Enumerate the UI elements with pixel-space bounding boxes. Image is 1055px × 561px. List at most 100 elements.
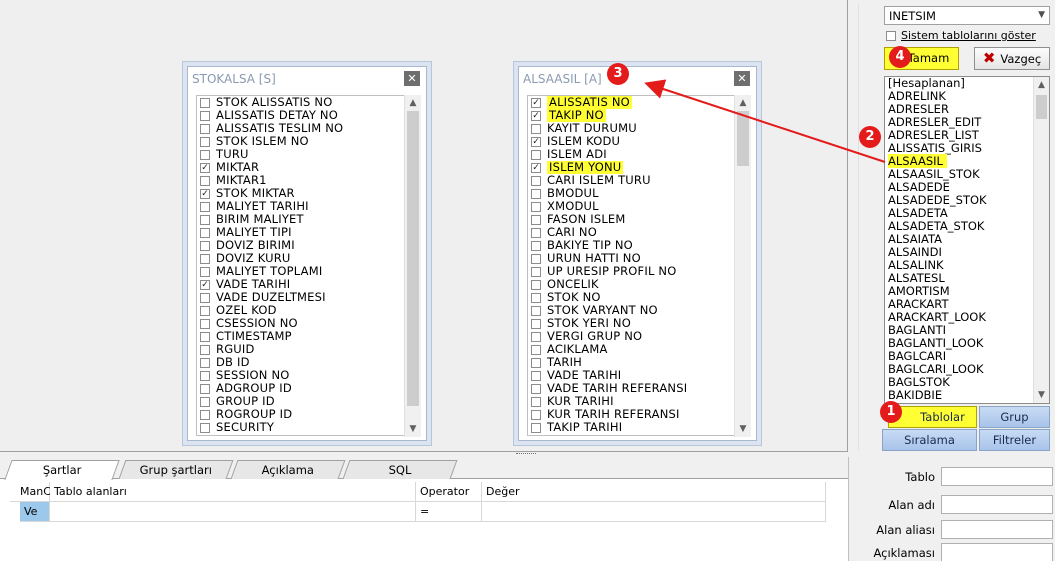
tab-group-conditions[interactable]: Grup şartları — [118, 460, 234, 479]
checkbox-icon[interactable] — [200, 149, 210, 160]
checkbox-icon[interactable] — [886, 30, 896, 41]
field-list-alsaasil[interactable]: ✓ ALISSATIS NO ✓ TAKIP NO KAYIT DURUMU ✓ ISLEM… — [527, 95, 738, 436]
checkbox-icon[interactable] — [200, 292, 210, 303]
checkbox-icon[interactable] — [200, 214, 210, 225]
checkbox-icon[interactable] — [200, 383, 210, 394]
field-list-stokalsa[interactable]: STOK ALISSATIS NO ALISSATIS DETAY NO ALISS… — [196, 95, 408, 436]
scroll-down-icon[interactable]: ▼ — [1034, 387, 1049, 403]
checkbox-icon[interactable] — [531, 214, 541, 225]
checkbox-icon[interactable] — [531, 175, 541, 186]
checkbox-icon[interactable] — [531, 266, 541, 277]
description-input[interactable] — [941, 543, 1053, 561]
scroll-down-icon[interactable]: ▼ — [405, 421, 421, 437]
row-mand-cell[interactable]: Ve — [20, 502, 50, 522]
checkbox-icon[interactable] — [531, 188, 541, 199]
column-header-mand[interactable]: ManC — [10, 482, 51, 502]
database-dropdown[interactable]: INETSIM ▼ — [884, 6, 1050, 25]
checkbox-checked-icon[interactable]: ✓ — [200, 188, 210, 199]
checkbox-icon[interactable] — [200, 331, 210, 342]
checkbox-icon[interactable] — [531, 370, 541, 381]
table-box-title[interactable]: STOKALSA [S] ✕ — [188, 67, 426, 89]
horizontal-splitter-grip[interactable] — [516, 453, 536, 456]
field-name-input[interactable] — [941, 495, 1053, 514]
checkbox-icon[interactable] — [200, 396, 210, 407]
checkbox-icon[interactable] — [200, 370, 210, 381]
checkbox-icon[interactable] — [200, 266, 210, 277]
show-system-tables-checkbox[interactable]: Sistem tablolarını göster — [886, 29, 1036, 42]
scroll-thumb[interactable] — [1036, 95, 1047, 119]
scroll-thumb[interactable] — [737, 111, 749, 166]
checkbox-icon[interactable] — [200, 110, 210, 121]
checkbox-icon[interactable] — [531, 123, 541, 134]
field-list-scrollbar[interactable]: ▲ ▼ — [404, 95, 421, 437]
field-row[interactable]: RTIMESTAMP — [197, 434, 408, 436]
close-table-button[interactable]: ✕ — [734, 71, 750, 86]
checkbox-icon[interactable] — [531, 344, 541, 355]
tab-sorting[interactable]: Sıralama — [882, 429, 977, 451]
checkbox-checked-icon[interactable]: ✓ — [200, 279, 210, 290]
checkbox-icon[interactable] — [531, 201, 541, 212]
table-list-item[interactable]: BAKIDBIE — [885, 389, 1049, 402]
table-list[interactable]: [Hesaplanan] ADRELINK ADRESLER ADRESLER_EDI… — [884, 76, 1050, 404]
checkbox-icon[interactable] — [200, 240, 210, 251]
table-box-title[interactable]: ALSAASIL [A] ✕ — [519, 67, 756, 89]
checkbox-icon[interactable] — [200, 201, 210, 212]
column-header-fields[interactable]: Tablo alanları — [50, 482, 416, 502]
tab-description[interactable]: Açıklama — [230, 460, 346, 479]
checkbox-icon[interactable] — [200, 253, 210, 264]
scroll-down-icon[interactable]: ▼ — [735, 421, 751, 437]
checkbox-icon[interactable] — [200, 305, 210, 316]
column-header-operator[interactable]: Operator — [416, 482, 482, 502]
checkbox-checked-icon[interactable]: ✓ — [531, 110, 541, 121]
chevron-down-icon[interactable]: ▼ — [1038, 10, 1045, 20]
vertical-splitter[interactable] — [871, 0, 878, 457]
scroll-up-icon[interactable]: ▲ — [405, 95, 421, 111]
checkbox-icon[interactable] — [200, 227, 210, 238]
row-operator-cell[interactable]: = — [416, 502, 482, 522]
checkbox-icon[interactable] — [531, 292, 541, 303]
row-fields-cell[interactable] — [50, 502, 416, 522]
tab-filters[interactable]: Filtreler — [979, 429, 1050, 451]
scroll-up-icon[interactable]: ▲ — [735, 95, 751, 111]
checkbox-icon[interactable] — [531, 227, 541, 238]
checkbox-icon[interactable] — [531, 331, 541, 342]
checkbox-icon[interactable] — [531, 383, 541, 394]
checkbox-icon[interactable] — [200, 344, 210, 355]
checkbox-icon[interactable] — [531, 149, 541, 160]
checkbox-icon[interactable] — [200, 318, 210, 329]
table-list-scrollbar[interactable]: ▲ ▼ — [1033, 77, 1049, 403]
checkbox-icon[interactable] — [200, 422, 210, 433]
scroll-up-icon[interactable]: ▲ — [1034, 77, 1049, 93]
checkbox-icon[interactable] — [531, 279, 541, 290]
checkbox-icon[interactable] — [531, 305, 541, 316]
tab-conditions[interactable]: Şartlar — [4, 460, 120, 480]
tab-sql[interactable]: SQL — [342, 460, 458, 479]
scroll-thumb[interactable] — [407, 111, 419, 406]
table-box-alsaasil[interactable]: ALSAASIL [A] ✕ ✓ ALISSATIS NO ✓ TAKIP NO KAY… — [518, 66, 757, 441]
checkbox-icon[interactable] — [531, 436, 541, 437]
checkbox-icon[interactable] — [200, 357, 210, 368]
checkbox-checked-icon[interactable]: ✓ — [531, 162, 541, 173]
close-table-button[interactable]: ✕ — [404, 71, 420, 86]
column-header-value[interactable]: Değer — [482, 482, 826, 502]
checkbox-checked-icon[interactable]: ✓ — [200, 162, 210, 173]
checkbox-checked-icon[interactable]: ✓ — [531, 136, 541, 147]
field-alias-input[interactable] — [941, 520, 1053, 539]
cancel-button[interactable]: ✖ Vazgeç — [974, 47, 1050, 70]
checkbox-icon[interactable] — [531, 422, 541, 433]
checkbox-icon[interactable] — [200, 123, 210, 134]
checkbox-icon[interactable] — [531, 357, 541, 368]
checkbox-icon[interactable] — [200, 97, 210, 108]
checkbox-icon[interactable] — [531, 409, 541, 420]
checkbox-checked-icon[interactable]: ✓ — [531, 97, 541, 108]
field-list-scrollbar[interactable]: ▲ ▼ — [734, 95, 751, 437]
checkbox-icon[interactable] — [200, 175, 210, 186]
checkbox-icon[interactable] — [531, 318, 541, 329]
checkbox-icon[interactable] — [531, 253, 541, 264]
checkbox-icon[interactable] — [200, 409, 210, 420]
checkbox-icon[interactable] — [531, 240, 541, 251]
checkbox-icon[interactable] — [200, 136, 210, 147]
row-value-cell[interactable] — [482, 502, 826, 522]
table-box-stokalsa[interactable]: STOKALSA [S] ✕ STOK ALISSATIS NO ALISSATI… — [187, 66, 427, 441]
conditions-grid[interactable]: ManC Tablo alanları Operator Değer Ve = — [10, 482, 826, 522]
